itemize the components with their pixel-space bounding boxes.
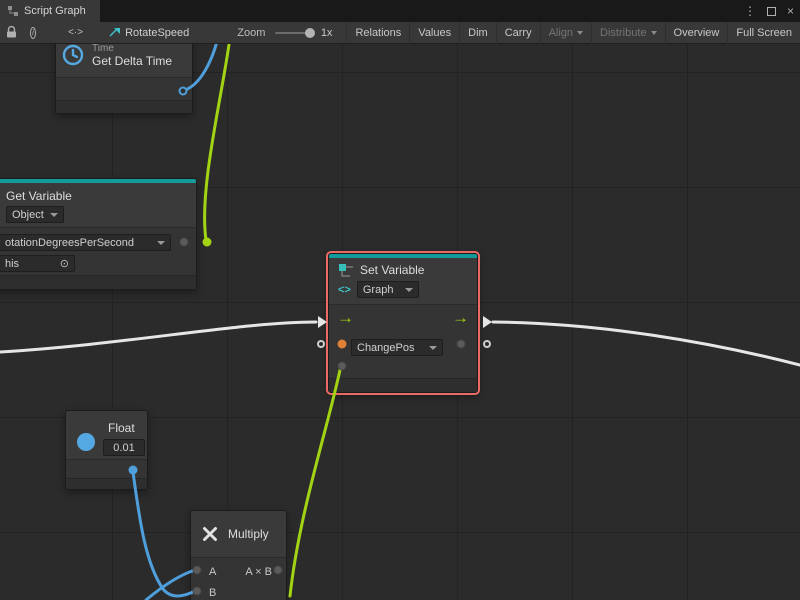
- variable-scope-dropdown[interactable]: Object: [6, 206, 64, 223]
- variable-name: otationDegreesPerSecond: [5, 237, 134, 249]
- wire-exec-in[interactable]: [0, 322, 316, 352]
- node-title: Multiply: [228, 527, 269, 541]
- port-multiply-output[interactable]: [274, 566, 283, 575]
- float-icon: [77, 433, 95, 451]
- exec-output-arrow[interactable]: →: [452, 311, 469, 325]
- chevron-down-icon: [405, 288, 413, 292]
- wire-exec-out[interactable]: [493, 322, 800, 365]
- multiply-icon: [201, 525, 219, 543]
- port-get-variable-output[interactable]: [180, 238, 189, 247]
- chevron-down-icon: [157, 241, 165, 245]
- zoom-value: 1x: [321, 27, 333, 39]
- variable-icon: [338, 263, 354, 277]
- scope-value: Object: [12, 209, 44, 221]
- maximize-icon[interactable]: [767, 7, 776, 16]
- variable-name: ChangePos: [357, 342, 415, 354]
- port-multiply-input-b[interactable]: [193, 587, 202, 596]
- node-get-variable[interactable]: Get Variable Object otationDegreesPerSec…: [0, 178, 197, 290]
- graph-asset-icon: [109, 27, 121, 39]
- node-title: Float: [108, 421, 135, 435]
- target-value: his: [5, 258, 19, 270]
- chevron-down-icon: [577, 31, 583, 35]
- exec-input-arrow[interactable]: →: [337, 311, 354, 325]
- tab-title: Script Graph: [24, 5, 86, 17]
- graph-name: RotateSpeed: [125, 27, 189, 39]
- node-get-delta-time[interactable]: Time Get Delta Time: [55, 44, 193, 114]
- variable-name-dropdown[interactable]: otationDegreesPerSecond: [0, 234, 171, 251]
- node-category: Time: [92, 44, 172, 54]
- menu-icon[interactable]: ⋮: [744, 4, 756, 18]
- exec-arrowhead-left[interactable]: [318, 316, 327, 328]
- node-multiply[interactable]: Multiply A A × B B: [190, 510, 287, 600]
- clock-icon: [61, 44, 85, 67]
- port-ring-left[interactable]: [317, 340, 325, 348]
- port-set-variable-value-output[interactable]: [457, 340, 466, 349]
- multiply-input-a-label: A: [209, 565, 216, 579]
- window-controls: ⋮ ×: [744, 0, 800, 22]
- relations-button[interactable]: Relations: [346, 22, 409, 44]
- port-set-variable-value-input[interactable]: [338, 340, 347, 349]
- overview-button[interactable]: Overview: [665, 22, 728, 44]
- unity-window: Script Graph ⋮ × i <·> RotateSpeed Zoom …: [0, 0, 800, 600]
- lock-icon[interactable]: [6, 26, 17, 39]
- variable-scope-dropdown[interactable]: Graph: [357, 281, 419, 298]
- tab-script-graph[interactable]: Script Graph: [0, 0, 100, 22]
- dim-button[interactable]: Dim: [459, 22, 496, 44]
- port-set-variable-extra[interactable]: [338, 362, 347, 371]
- align-button[interactable]: Align: [540, 22, 591, 44]
- wire-end-green-dot[interactable]: [203, 238, 212, 247]
- multiply-output-label: A × B: [245, 565, 272, 579]
- port-ring-right[interactable]: [483, 340, 491, 348]
- node-set-variable[interactable]: Set Variable <> Graph → → ChangePos: [328, 253, 478, 393]
- target-object-field[interactable]: his ⊙: [0, 255, 75, 272]
- chevron-down-icon: [50, 213, 58, 217]
- target-picker-icon[interactable]: ⊙: [60, 257, 69, 270]
- variable-name-dropdown[interactable]: ChangePos: [351, 339, 443, 356]
- wire-green-multiply[interactable]: [290, 370, 340, 596]
- node-float[interactable]: Float 0.01: [65, 410, 148, 490]
- script-graph-icon: [7, 5, 19, 17]
- node-title: Get Delta Time: [92, 54, 172, 68]
- port-float-output[interactable]: [129, 466, 138, 475]
- zoom-slider-handle[interactable]: [305, 28, 315, 38]
- multiply-input-b-label: B: [209, 586, 216, 600]
- port-delta-time-output[interactable]: [179, 87, 188, 96]
- wire-green-top[interactable]: [205, 44, 232, 240]
- info-icon[interactable]: i: [30, 27, 36, 39]
- chevron-down-icon: [651, 31, 657, 35]
- close-icon[interactable]: ×: [787, 4, 794, 18]
- values-button[interactable]: Values: [409, 22, 459, 44]
- graph-toolbar: i <·> RotateSpeed Zoom 1x Relations Valu…: [0, 22, 800, 44]
- float-value-field[interactable]: 0.01: [103, 439, 145, 456]
- zoom-slider[interactable]: [275, 32, 313, 34]
- wire-blue-bottom[interactable]: [146, 570, 195, 600]
- zoom-label: Zoom: [237, 27, 265, 39]
- wire-blue-float[interactable]: [133, 472, 195, 596]
- tab-bar: Script Graph ⋮ ×: [0, 0, 800, 22]
- distribute-button[interactable]: Distribute: [591, 22, 664, 44]
- node-title: Get Variable: [6, 189, 196, 203]
- code-icon[interactable]: <·>: [68, 27, 83, 38]
- graph-canvas[interactable]: Time Get Delta Time Get Variable Object …: [0, 44, 800, 600]
- chevron-down-icon: [429, 346, 437, 350]
- scope-value: Graph: [363, 284, 394, 296]
- graph-scope-icon: <>: [338, 284, 351, 296]
- carry-button[interactable]: Carry: [496, 22, 540, 44]
- node-title: Set Variable: [360, 263, 424, 277]
- exec-arrowhead-right[interactable]: [483, 316, 492, 328]
- full-screen-button[interactable]: Full Screen: [727, 22, 800, 44]
- port-multiply-input-a[interactable]: [193, 566, 202, 575]
